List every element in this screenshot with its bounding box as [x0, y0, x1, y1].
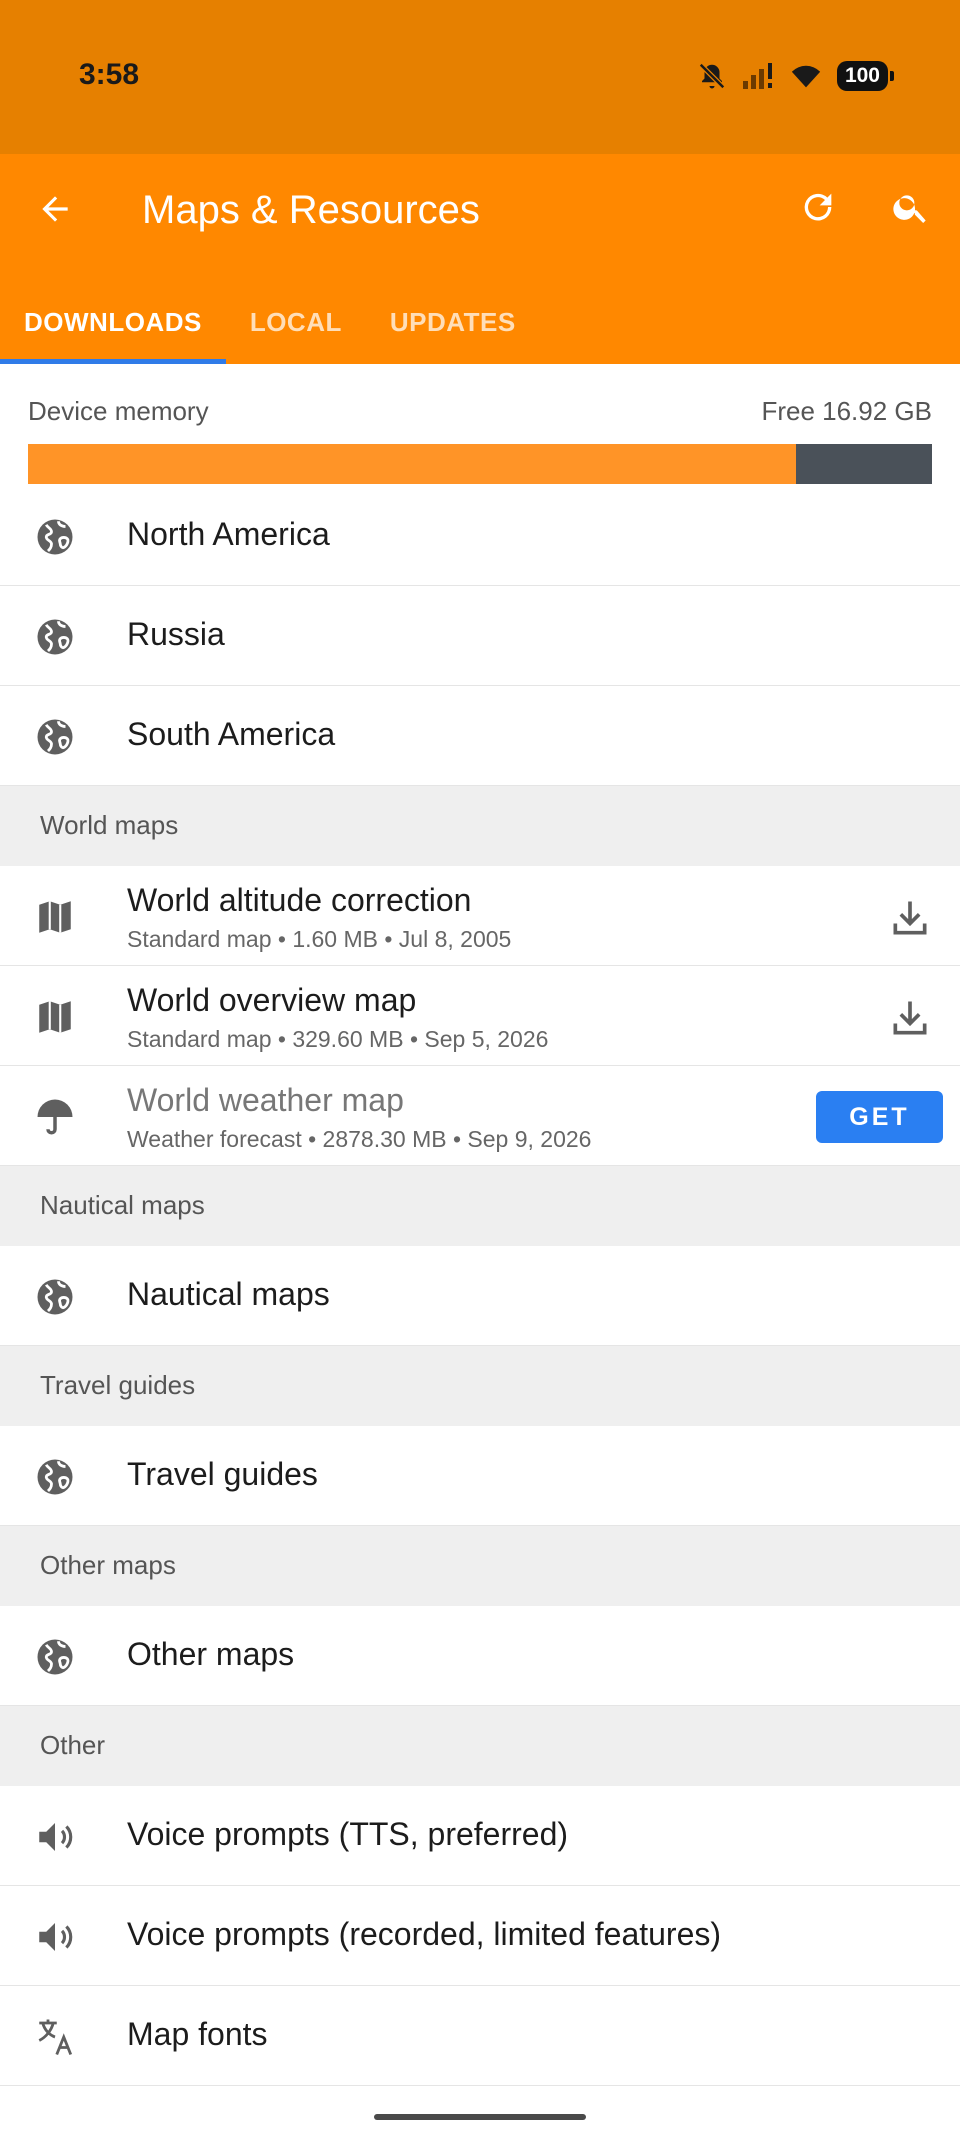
- arrow-back-icon: [42, 196, 68, 222]
- back-button[interactable]: [30, 184, 80, 234]
- search-button[interactable]: [886, 182, 936, 232]
- globe-icon: [37, 1279, 73, 1315]
- tab-updates[interactable]: UPDATES: [366, 280, 540, 364]
- home-indicator[interactable]: [374, 2114, 586, 2120]
- list-item-title: World overview map: [127, 982, 417, 1018]
- translate-icon: [38, 2019, 73, 2056]
- globe-icon: [37, 1459, 73, 1495]
- section-header-other: Other: [0, 1706, 960, 1786]
- section-title: Travel guides: [40, 1370, 196, 1400]
- list-item-label: Travel guides: [127, 1456, 318, 1492]
- get-button[interactable]: GET: [816, 1091, 943, 1143]
- list-item-world-overview-map[interactable]: World overview map Standard map • 329.60…: [0, 966, 960, 1066]
- battery-icon: 100: [836, 61, 895, 91]
- list-item-north-america[interactable]: North America: [0, 486, 960, 586]
- list-item-nautical-maps[interactable]: Nautical maps: [0, 1246, 960, 1346]
- download-icon[interactable]: [888, 896, 932, 940]
- resource-list: North America Russia South America World…: [0, 486, 960, 2086]
- tab-local[interactable]: LOCAL: [226, 280, 366, 364]
- map-icon: [39, 901, 71, 933]
- page-title: Maps & Resources: [142, 188, 480, 232]
- section-title: Nautical maps: [40, 1190, 205, 1220]
- globe-icon: [37, 619, 73, 655]
- list-item-voice-prompts-recorded[interactable]: Voice prompts (recorded, limited feature…: [0, 1886, 960, 1986]
- app-bar: Maps & Resources DOWNLOADS LOCAL UPDATES: [0, 154, 960, 364]
- signal-icon: [741, 61, 775, 91]
- list-item-voice-prompts-tts[interactable]: Voice prompts (TTS, preferred): [0, 1786, 960, 1886]
- status-time: 3:58: [79, 58, 140, 91]
- section-header-travel-guides: Travel guides: [0, 1346, 960, 1426]
- search-icon: [893, 195, 926, 223]
- memory-bar: [28, 444, 932, 484]
- list-item-south-america[interactable]: South America: [0, 686, 960, 786]
- list-item-other-maps[interactable]: Other maps: [0, 1606, 960, 1706]
- list-item-subtitle: Standard map • 1.60 MB • Jul 8, 2005: [127, 926, 512, 952]
- list-item-label: Nautical maps: [127, 1276, 330, 1312]
- memory-free: Free 16.92 GB: [761, 396, 932, 426]
- section-title: Other maps: [40, 1550, 176, 1580]
- list-item-label: Voice prompts (recorded, limited feature…: [127, 1916, 722, 1952]
- status-icons: 100: [697, 58, 895, 94]
- list-item-label: Other maps: [127, 1636, 295, 1672]
- wifi-icon: [789, 61, 823, 91]
- globe-icon: [37, 719, 73, 755]
- section-header-world-maps: World maps: [0, 786, 960, 866]
- section-header-other-maps: Other maps: [0, 1526, 960, 1606]
- memory-used-fill: [28, 444, 797, 484]
- mute-icon: [697, 61, 727, 91]
- list-item-title: World weather map: [127, 1082, 404, 1118]
- globe-icon: [37, 1639, 73, 1675]
- list-item-label: Voice prompts (TTS, preferred): [127, 1816, 569, 1852]
- globe-icon: [37, 519, 73, 555]
- list-item-world-weather-map[interactable]: World weather map Weather forecast • 287…: [0, 1066, 960, 1166]
- list-item-map-fonts[interactable]: Map fonts: [0, 1986, 960, 2086]
- speaker-icon: [39, 1823, 73, 1851]
- refresh-button[interactable]: [793, 182, 843, 232]
- speaker-icon: [39, 1923, 73, 1951]
- status-bar: 3:58 100: [0, 0, 960, 154]
- refresh-icon: [804, 193, 832, 221]
- memory-label: Device memory: [28, 396, 209, 426]
- list-item-russia[interactable]: Russia: [0, 586, 960, 686]
- umbrella-icon: [37, 1099, 73, 1135]
- map-icon: [39, 1001, 71, 1033]
- tab-bar: DOWNLOADS LOCAL UPDATES: [0, 280, 540, 364]
- download-icon[interactable]: [888, 996, 932, 1040]
- list-item-subtitle: Standard map • 329.60 MB • Sep 5, 2026: [127, 1026, 549, 1052]
- section-header-nautical-maps: Nautical maps: [0, 1166, 960, 1246]
- list-item-label: Russia: [127, 616, 225, 652]
- tab-downloads[interactable]: DOWNLOADS: [0, 280, 226, 364]
- list-item-label: North America: [127, 516, 330, 552]
- section-title: Other: [40, 1730, 106, 1760]
- list-item-title: World altitude correction: [127, 882, 472, 918]
- list-item-world-altitude-correction[interactable]: World altitude correction Standard map •…: [0, 866, 960, 966]
- list-item-travel-guides[interactable]: Travel guides: [0, 1426, 960, 1526]
- device-memory: Device memory Free 16.92 GB: [0, 364, 960, 486]
- section-title: World maps: [40, 810, 179, 840]
- list-item-label: Map fonts: [127, 2016, 268, 2052]
- list-item-label: South America: [127, 716, 336, 752]
- list-item-subtitle: Weather forecast • 2878.30 MB • Sep 9, 2…: [127, 1126, 592, 1152]
